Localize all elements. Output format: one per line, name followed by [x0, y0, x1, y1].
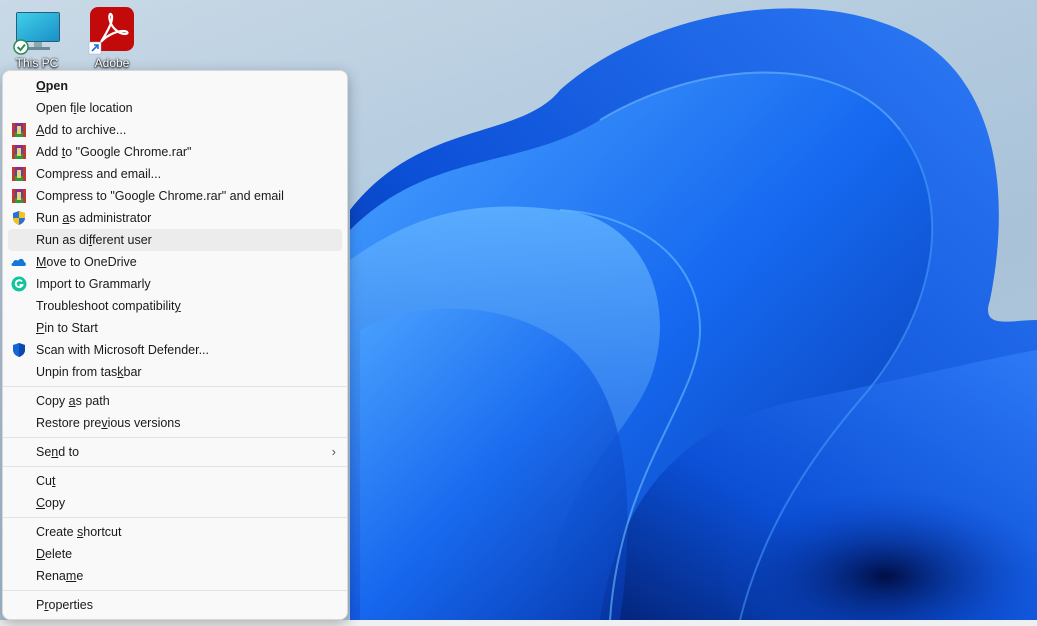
mnemonic-underline: C	[36, 496, 46, 510]
menu-item-label: Add to "Google Chrome.rar"	[36, 145, 192, 159]
desktop-icon-label: Adobe	[94, 56, 130, 70]
mnemonic-underline: n	[51, 445, 59, 459]
menu-item-label: Create shortcut	[36, 525, 122, 539]
uac-shield-icon	[11, 210, 27, 226]
mnemonic-underline: t	[51, 474, 56, 488]
menu-item-label: Compress to "Google Chrome.rar" and emai…	[36, 189, 284, 203]
menu-item-import-to-grammarly[interactable]: Import to Grammarly	[8, 273, 342, 295]
menu-item-run-as-different-user[interactable]: Run as different user	[8, 229, 342, 251]
menu-item-label: Run as administrator	[36, 211, 152, 225]
adobe-acrobat-icon	[88, 7, 134, 55]
menu-item-scan-with-microsoft-defender[interactable]: Scan with Microsoft Defender...	[8, 339, 342, 361]
mnemonic-underline: a	[68, 394, 76, 408]
mnemonic-underline: O	[36, 79, 46, 93]
winrar-icon	[11, 188, 27, 204]
menu-item-label: Rename	[36, 569, 84, 583]
menu-item-label: Copy	[36, 496, 66, 510]
menu-separator	[3, 386, 347, 387]
desktop-icon-this-pc[interactable]: This PC	[2, 4, 72, 70]
menu-item-label: Add to archive...	[36, 123, 127, 137]
grammarly-icon	[11, 276, 27, 292]
mnemonic-underline: i	[73, 101, 77, 115]
menu-item-label: Troubleshoot compatibility	[36, 299, 181, 313]
winrar-icon	[11, 122, 27, 138]
menu-item-unpin-from-taskbar[interactable]: Unpin from taskbar	[8, 361, 342, 383]
menu-item-label: Move to OneDrive	[36, 255, 137, 269]
sync-check-badge	[13, 39, 29, 55]
menu-item-add-to-archive[interactable]: Add to archive...	[8, 119, 342, 141]
menu-item-label: Unpin from taskbar	[36, 365, 142, 379]
menu-item-pin-to-start[interactable]: Pin to Start	[8, 317, 342, 339]
menu-item-move-to-onedrive[interactable]: Move to OneDrive	[8, 251, 342, 273]
menu-item-properties[interactable]: Properties	[8, 594, 342, 616]
mnemonic-underline: r	[44, 598, 49, 612]
mnemonic-underline: s	[77, 525, 84, 539]
menu-item-open-file-location[interactable]: Open file location	[8, 97, 342, 119]
desktop-icon-label: This PC	[15, 56, 59, 70]
mnemonic-underline: t	[61, 145, 66, 159]
menu-item-label: Compress and email...	[36, 167, 162, 181]
mnemonic-underline: k	[117, 365, 124, 379]
menu-item-label: Open file location	[36, 101, 133, 115]
mnemonic-underline: v	[101, 416, 108, 430]
taskbar-edge	[0, 620, 1037, 626]
onedrive-cloud-icon	[11, 254, 27, 270]
shortcut-arrow-badge	[88, 41, 102, 55]
menu-item-copy-as-path[interactable]: Copy as path	[8, 390, 342, 412]
menu-separator	[3, 517, 347, 518]
menu-item-add-to-google-chrome-rar[interactable]: Add to "Google Chrome.rar"	[8, 141, 342, 163]
menu-item-troubleshoot-compatibility[interactable]: Troubleshoot compatibility	[8, 295, 342, 317]
menu-item-label: Properties	[36, 598, 93, 612]
desktop-icon-adobe[interactable]: Adobe	[77, 4, 147, 70]
menu-item-label: Import to Grammarly	[36, 277, 151, 291]
menu-item-label: Open	[36, 79, 68, 93]
menu-item-label: Scan with Microsoft Defender...	[36, 343, 209, 357]
mnemonic-underline: P	[36, 321, 45, 335]
mnemonic-underline: f	[88, 233, 93, 247]
menu-item-label: Restore previous versions	[36, 416, 181, 430]
menu-item-label: Copy as path	[36, 394, 110, 408]
mnemonic-underline: D	[36, 547, 46, 561]
mnemonic-underline: y	[174, 299, 181, 313]
menu-item-rename[interactable]: Rename	[8, 565, 342, 587]
menu-item-compress-to-google-chrome-rar-and-email[interactable]: Compress to "Google Chrome.rar" and emai…	[8, 185, 342, 207]
chevron-right-icon: ›	[331, 444, 336, 459]
menu-item-label: Run as different user	[36, 233, 152, 247]
menu-item-label: Cut	[36, 474, 56, 488]
winrar-icon	[11, 166, 27, 182]
defender-shield-icon	[11, 342, 27, 358]
menu-item-copy[interactable]: Copy	[8, 492, 342, 514]
menu-item-label: Send to	[36, 445, 80, 459]
menu-item-cut[interactable]: Cut	[8, 470, 342, 492]
winrar-icon	[11, 144, 27, 160]
mnemonic-underline: m	[65, 569, 77, 583]
menu-item-delete[interactable]: Delete	[8, 543, 342, 565]
menu-item-send-to[interactable]: Send to ›	[8, 441, 342, 463]
menu-item-create-shortcut[interactable]: Create shortcut	[8, 521, 342, 543]
context-menu: Open Open file location Add to archive... A…	[2, 70, 348, 620]
menu-item-open[interactable]: Open	[8, 75, 342, 97]
menu-separator	[3, 466, 347, 467]
mnemonic-underline: A	[36, 123, 45, 137]
mnemonic-underline: a	[62, 211, 70, 225]
menu-separator	[3, 437, 347, 438]
menu-item-compress-and-email[interactable]: Compress and email...	[8, 163, 342, 185]
menu-item-label: Pin to Start	[36, 321, 98, 335]
menu-item-label: Delete	[36, 547, 73, 561]
mnemonic-underline: M	[36, 255, 47, 269]
menu-item-restore-previous-versions[interactable]: Restore previous versions	[8, 412, 342, 434]
menu-separator	[3, 590, 347, 591]
computer-monitor-icon	[13, 12, 60, 55]
menu-item-run-as-administrator[interactable]: Run as administrator	[8, 207, 342, 229]
